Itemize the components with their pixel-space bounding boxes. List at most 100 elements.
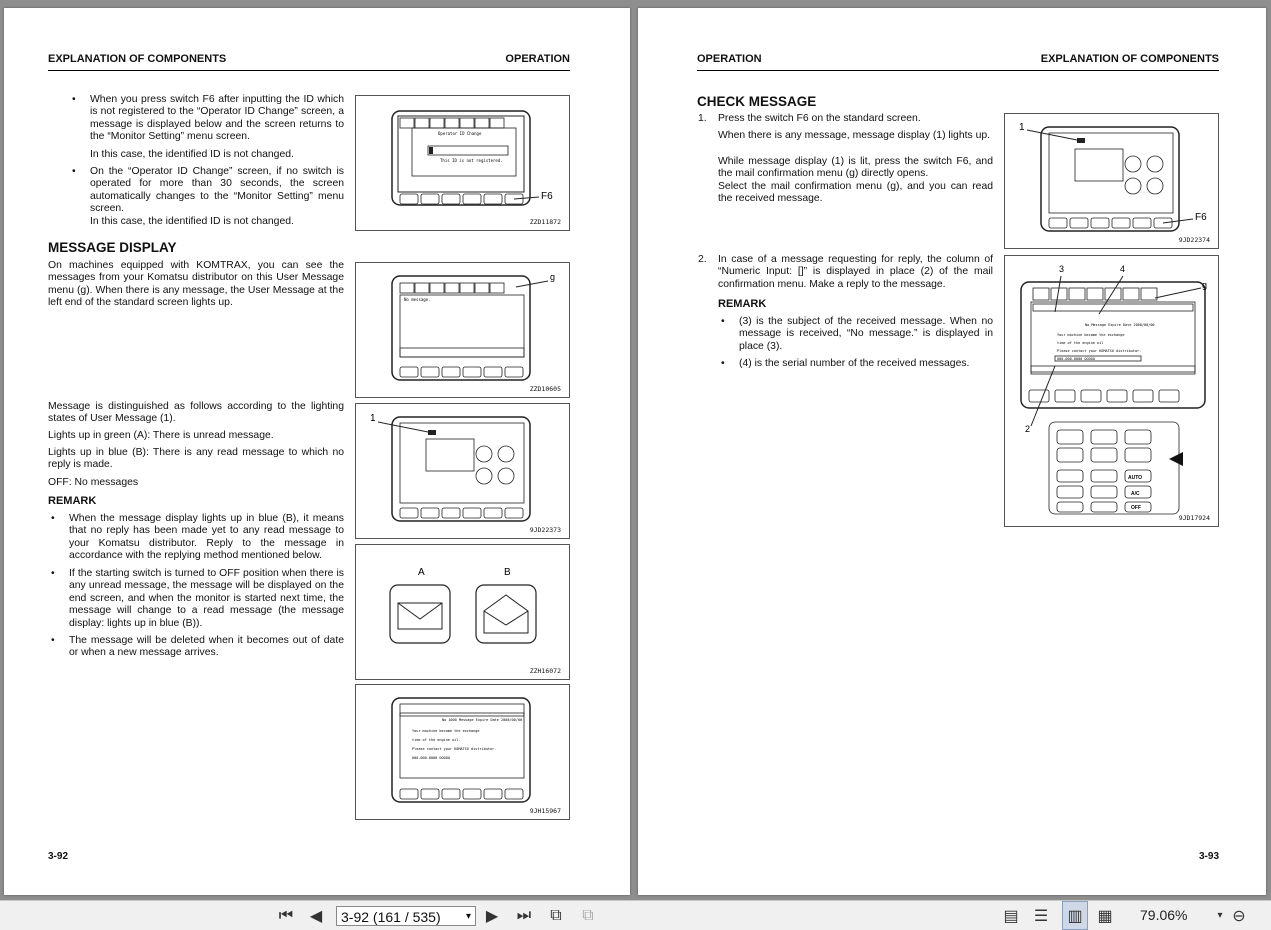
- label-f6: F6: [541, 191, 553, 202]
- message-line-1: Your machine became the exchange: [412, 729, 480, 733]
- remark-title: REMARK: [48, 495, 97, 507]
- page-dropdown-icon[interactable]: ▾: [466, 907, 471, 927]
- label-3: 3: [1059, 264, 1065, 274]
- off-state-text: OFF: No messages: [48, 477, 139, 488]
- off-button-label: OFF: [1131, 505, 1141, 511]
- header-left: EXPLANATION OF COMPONENTS: [48, 53, 227, 65]
- section-title-message-display: MESSAGE DISPLAY: [48, 240, 177, 255]
- header-right: EXPLANATION OF COMPONENTS: [1040, 53, 1219, 65]
- message-line-2: time of the engine oil: [1057, 341, 1104, 345]
- thumbnails-icon[interactable]: ⧉: [576, 901, 600, 930]
- auto-button-label: AUTO: [1128, 475, 1143, 481]
- screen-title: Operator ID Change: [438, 131, 482, 136]
- intro-text: On machines equipped with KOMTRAX, you c…: [48, 260, 344, 309]
- bullet-unregistered-id: When you press switch F6 after inputting…: [72, 94, 344, 144]
- step-1-text: Press the switch F6 on the standard scre…: [718, 113, 921, 124]
- first-page-icon[interactable]: ⏮: [274, 901, 298, 930]
- step-1-number: 1.: [698, 113, 707, 124]
- message-line-3: Please contact your KOMATSU distributor.: [1057, 349, 1142, 353]
- label-1: 1: [370, 413, 376, 424]
- label-b: B: [504, 567, 511, 578]
- label-1: 1: [1019, 122, 1025, 133]
- page-number-field[interactable]: 3-92 (161 / 535) ▾: [336, 906, 476, 926]
- figure-standard-screen: 1 9JD22373: [355, 403, 570, 539]
- zoom-out-icon[interactable]: ⊖: [1228, 901, 1250, 930]
- label-f6: F6: [1195, 212, 1207, 223]
- figure-no-message: No message. g ZZD10605: [355, 262, 570, 398]
- continuous-icon[interactable]: ☰: [1030, 901, 1052, 930]
- remark-2: If the starting switch is turned to OFF …: [51, 568, 344, 630]
- prev-page-icon[interactable]: ◀: [306, 901, 326, 930]
- figure-code: ZZD11872: [529, 218, 561, 226]
- note-id-unchanged-1: In this case, the identified ID is not c…: [90, 149, 294, 160]
- figure-mail-confirmation: 3 4 g 2 No Message Expire Date 2008/00/0…: [1004, 255, 1219, 527]
- message-line-3: Please contact your KOMATSU distributor.: [412, 747, 497, 751]
- next-page-icon[interactable]: ▶: [482, 901, 502, 930]
- document-viewer[interactable]: EXPLANATION OF COMPONENTS OPERATION When…: [0, 0, 1271, 900]
- figure-id-not-registered: Operator ID Change This ID is not regist…: [355, 95, 570, 231]
- screen-message: No message.: [404, 297, 431, 302]
- remark-1: When the message display lights up in bl…: [51, 513, 344, 563]
- step-2: 2. In case of a message requesting for r…: [698, 254, 993, 291]
- two-page-continuous-icon[interactable]: ▦: [1094, 901, 1116, 930]
- monitor-illustration: [391, 110, 540, 206]
- zoom-dropdown-icon[interactable]: ▾: [1214, 901, 1226, 930]
- figure-code: 9JD22373: [529, 526, 561, 534]
- ac-button-label: A/C: [1131, 491, 1140, 497]
- page-number-value: 3-92 (161 / 535): [341, 909, 441, 925]
- header-rule: [48, 70, 570, 71]
- blue-state-text: Lights up in blue (B): There is any read…: [48, 447, 344, 471]
- figure-code: ZZD10605: [529, 385, 561, 393]
- page-number: 3-92: [48, 851, 69, 862]
- navigation-toolbar: ⏮ ◀ 3-92 (161 / 535) ▾ ▶ ⏭ ⧉ ⧉ ▤ ☰ ▥ ▦ 7…: [0, 900, 1271, 930]
- zoom-level[interactable]: 79.06%: [1140, 907, 1187, 923]
- header-right: OPERATION: [505, 53, 570, 65]
- page-number: 3-93: [1198, 851, 1219, 862]
- label-g: g: [1202, 280, 1208, 290]
- monitor-illustration: [391, 697, 531, 803]
- message-header-line: No Message Expire Date 2008/00/00: [1085, 323, 1155, 327]
- section-title-check-message: CHECK MESSAGE: [697, 94, 817, 109]
- figure-message-end-screen: No 1000 Message Expire Date 2008/00/00 Y…: [355, 684, 570, 820]
- remark-title: REMARK: [718, 298, 767, 310]
- figure-code: 9JD17924: [1178, 514, 1210, 522]
- remark-1: (3) is the subject of the received messa…: [721, 316, 993, 353]
- message-line-1: Your machine became the exchange: [1057, 333, 1125, 337]
- two-page-icon[interactable]: ▥: [1062, 901, 1088, 930]
- message-line-4: 000-000-0000 OOOOO: [1057, 357, 1095, 361]
- step-1-p4: Select the mail confirmation menu (g), a…: [718, 181, 993, 205]
- last-page-icon[interactable]: ⏭: [512, 901, 536, 930]
- label-2: 2: [1025, 424, 1031, 434]
- figure-message-icons: A B ZZH16072: [355, 544, 570, 680]
- screen-message: This ID is not registered.: [440, 158, 503, 163]
- label-a: A: [418, 567, 425, 578]
- monitor-and-switch-panel-illustration: [1020, 275, 1206, 515]
- figure-code: ZZH16072: [529, 667, 561, 675]
- figure-code: 9JD22374: [1178, 236, 1210, 244]
- figure-code: 9JH15967: [529, 807, 561, 815]
- header-rule: [697, 70, 1219, 71]
- header-left: OPERATION: [697, 53, 762, 65]
- label-4: 4: [1120, 264, 1126, 274]
- single-page-icon[interactable]: ▤: [1000, 901, 1022, 930]
- step-1-p3: While message display (1) is lit, press …: [718, 156, 993, 180]
- green-state-text: Lights up in green (A): There is unread …: [48, 430, 274, 441]
- rotate-icon[interactable]: ⧉: [544, 901, 568, 930]
- step-2-number: 2.: [698, 254, 707, 265]
- step-2-text: In case of a message requesting for repl…: [718, 254, 993, 290]
- remark-2: (4) is the serial number of the received…: [721, 358, 993, 371]
- monitor-illustration: [1026, 126, 1194, 232]
- remark-3: The message will be deleted when it beco…: [51, 635, 344, 660]
- bullet-timeout: On the “Operator ID Change” screen, if n…: [72, 166, 344, 216]
- message-icons-illustration: [389, 584, 537, 644]
- label-g: g: [550, 272, 556, 282]
- distinguish-text: Message is distinguished as follows acco…: [48, 401, 344, 425]
- message-line-2: time of the engine oil.: [412, 738, 461, 742]
- step-1: 1. Press the switch F6 on the standard s…: [698, 113, 993, 125]
- message-line-4: 000-000-0000 OOOOO: [412, 756, 450, 760]
- monitor-illustration: [391, 275, 549, 381]
- step-1-p2: When there is any message, message displ…: [718, 130, 991, 141]
- page-3-92: EXPLANATION OF COMPONENTS OPERATION When…: [4, 8, 630, 895]
- note-id-unchanged-2: In this case, the identified ID is not c…: [90, 216, 294, 227]
- figure-standard-screen-f6: 1 F6 9JD22374: [1004, 113, 1219, 249]
